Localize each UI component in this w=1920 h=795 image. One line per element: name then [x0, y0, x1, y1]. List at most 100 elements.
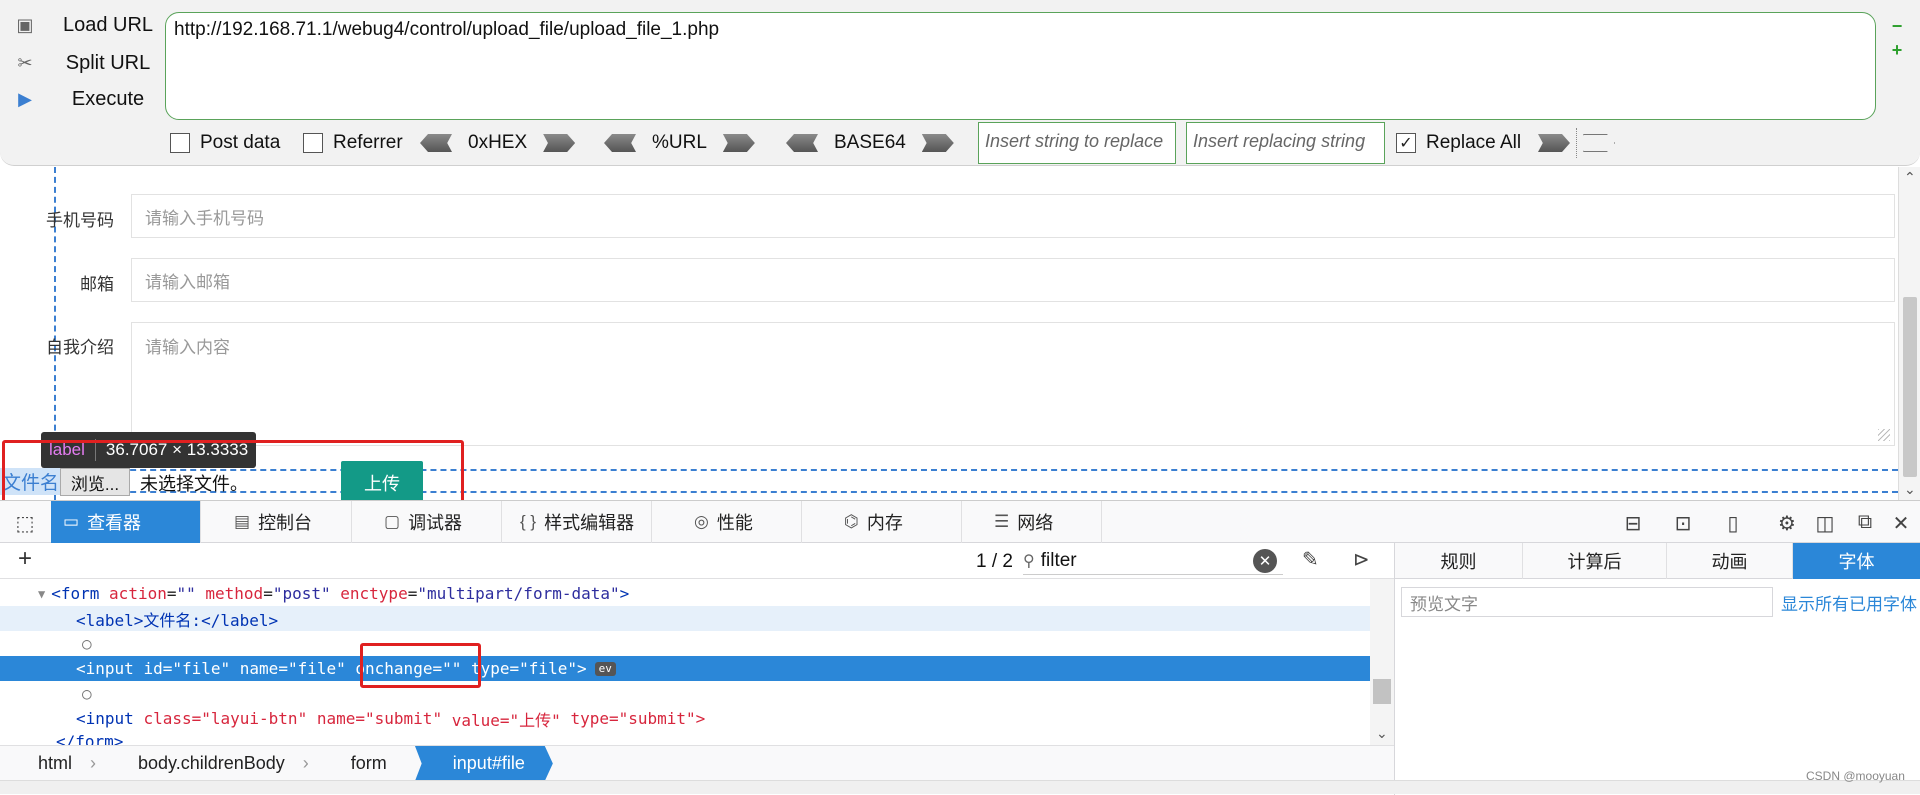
pick-element-icon[interactable]: ⬚ — [12, 511, 38, 536]
post-data-checkbox[interactable] — [170, 133, 190, 153]
add-node-icon[interactable]: + — [18, 545, 32, 573]
tab-memory-label: 内存 — [866, 513, 903, 533]
phone-label: 手机号码 — [46, 211, 114, 230]
layout-icon[interactable]: ⊟ — [1620, 511, 1646, 536]
replace-string-input[interactable]: Insert string to replace — [978, 122, 1176, 164]
tab-fonts[interactable]: 字体 — [1793, 543, 1920, 579]
undock-icon[interactable]: ⧉ — [1852, 511, 1878, 534]
inspector-toolbar: + 1 / 2 ⚲ filter ✎ ⊳ — [0, 543, 1394, 579]
form-tag: <form — [51, 584, 100, 603]
plus-icon[interactable]: + — [1890, 41, 1904, 59]
url-decode-arrow-icon[interactable] — [604, 134, 636, 152]
chevron-right-icon: › — [302, 753, 309, 773]
post-data-option[interactable]: Post data — [170, 126, 280, 160]
tab-memory[interactable]: ⌬ 内存 — [832, 501, 962, 543]
attr-action-value: "" — [176, 584, 196, 603]
scroll-down-icon[interactable]: ⌄ — [1376, 725, 1388, 742]
replace-next-arrow-icon[interactable] — [1583, 134, 1615, 152]
execute-button[interactable]: ▶ Execute — [12, 84, 158, 114]
markup-scrollbar[interactable]: ⌄ — [1370, 579, 1394, 745]
breadcrumb-form[interactable]: form — [313, 746, 415, 782]
breadcrumb-body[interactable]: body.childrenBody › — [100, 746, 313, 782]
email-input[interactable]: 请输入邮箱 — [131, 258, 1895, 302]
base64-decode-arrow-icon[interactable] — [786, 134, 818, 152]
minus-icon[interactable]: − — [1890, 17, 1904, 35]
url-encode-arrow-icon[interactable] — [722, 134, 755, 152]
search-box[interactable]: ⚲ filter — [1023, 547, 1283, 575]
eyedropper-icon[interactable]: ✎ — [1302, 547, 1319, 572]
attr-enctype-name: enctype — [340, 584, 408, 603]
replacing-string-input[interactable]: Insert replacing string — [1186, 122, 1385, 164]
markup-label-line[interactable]: <label>文件名:</label> — [0, 606, 1370, 631]
tab-rules[interactable]: 规则 — [1395, 543, 1523, 579]
close-icon[interactable]: ✕ — [1888, 511, 1914, 536]
tab-computed[interactable]: 计算后 — [1523, 543, 1667, 579]
scroll-up-icon[interactable]: ⌃ — [1904, 169, 1916, 186]
markup-input-file-line[interactable]: <input id="file" name="file" onchange=""… — [0, 656, 1370, 681]
resize-handle-icon[interactable] — [1878, 429, 1890, 441]
toggle-sidebar-icon[interactable]: ⊳ — [1353, 547, 1370, 572]
tab-style-editor[interactable]: { } 样式编辑器 — [508, 501, 652, 543]
attr-name: name="file" — [239, 659, 346, 678]
collapse-arrow-icon[interactable]: ▼ — [38, 587, 45, 601]
email-label: 邮箱 — [80, 275, 114, 294]
hex-encode-arrow-icon[interactable] — [543, 134, 576, 152]
attr-submit-value: value="上传" — [451, 710, 561, 730]
replace-all-option[interactable]: ✓ Replace All — [1396, 126, 1521, 160]
scrollbar-thumb[interactable] — [1903, 297, 1917, 477]
replace-arrows — [1538, 126, 1615, 160]
intro-textarea[interactable]: 请输入内容 — [131, 322, 1895, 446]
breadcrumb-form-label: form — [350, 753, 387, 773]
url-encode-group: %URL — [604, 126, 755, 160]
responsive-design-icon[interactable]: ▯ — [1720, 511, 1746, 536]
search-input[interactable]: filter — [1041, 550, 1077, 572]
side-tab-bar: 规则 计算后 动画 字体 — [1395, 543, 1920, 579]
event-badge[interactable]: ev — [594, 661, 616, 676]
dock-side-icon[interactable]: ◫ — [1812, 511, 1838, 536]
referrer-checkbox[interactable] — [303, 133, 323, 153]
split-console-icon[interactable]: ⊡ — [1670, 511, 1696, 536]
page-scrollbar[interactable]: ⌃ ⌄ — [1898, 167, 1920, 500]
phone-input[interactable]: 请输入手机号码 — [131, 194, 1895, 238]
markup-pseudo-line-2[interactable]: ○ — [0, 681, 1370, 706]
split-url-button[interactable]: ✂ Split URL — [12, 48, 158, 78]
intro-placeholder: 请输入内容 — [145, 338, 230, 357]
preview-text-input[interactable]: 预览文字 — [1401, 587, 1773, 617]
tab-console[interactable]: ▤ 控制台 — [222, 501, 352, 543]
tab-debugger[interactable]: ▢ 调试器 — [372, 501, 502, 543]
intro-label: 自我介绍 — [46, 338, 114, 357]
tab-animations[interactable]: 动画 — [1667, 543, 1793, 579]
referrer-option[interactable]: Referrer — [303, 126, 403, 160]
markup-form-line[interactable]: ▼ <form action = "" method = "post" enctype =… — [0, 581, 1370, 606]
style-editor-icon: { } — [520, 512, 537, 531]
settings-gear-icon[interactable]: ⚙ — [1774, 511, 1800, 536]
attr-method-value: "post" — [272, 584, 331, 603]
replace-arrow-icon[interactable] — [1538, 134, 1570, 152]
tab-performance-label: 性能 — [716, 513, 753, 533]
breadcrumb-html[interactable]: html › — [0, 746, 100, 782]
clear-search-icon[interactable]: ✕ — [1253, 549, 1277, 573]
console-icon: ▤ — [234, 512, 251, 531]
bottom-status-bar — [0, 780, 1920, 794]
show-all-fonts-link[interactable]: 显示所有已用字体 — [1773, 587, 1917, 617]
markup-scrollbar-thumb[interactable] — [1373, 679, 1391, 704]
tab-network[interactable]: ☰ 网络 — [982, 501, 1102, 543]
markup-pseudo-line-1[interactable]: ○ — [0, 631, 1370, 656]
replace-all-checkbox[interactable]: ✓ — [1396, 133, 1416, 153]
scroll-down-icon[interactable]: ⌄ — [1904, 481, 1916, 498]
execute-label: Execute — [71, 87, 145, 110]
inspector-icon: ▭ — [63, 512, 80, 531]
markup-submit-line[interactable]: <input class="layui-btn" name="submit" v… — [0, 706, 1370, 731]
attr-enctype-value: "multipart/form-data" — [417, 584, 620, 603]
base64-encode-arrow-icon[interactable] — [921, 134, 954, 152]
attr-id: id="file" — [143, 659, 231, 678]
load-url-button[interactable]: ▣ Load URL — [12, 10, 158, 40]
attr-submit-name: name="submit" — [316, 709, 443, 728]
url-textarea[interactable]: http://192.168.71.1/webug4/control/uploa… — [165, 12, 1876, 120]
tab-inspector[interactable]: ▭ 查看器 — [51, 501, 201, 543]
tab-performance[interactable]: ◎ 性能 — [682, 501, 802, 543]
breadcrumb-input-file[interactable]: input#file — [414, 745, 553, 782]
tab-console-label: 控制台 — [258, 513, 313, 533]
markup-view: ▼ <form action = "" method = "post" enctype =… — [0, 579, 1370, 751]
hex-decode-arrow-icon[interactable] — [420, 134, 452, 152]
